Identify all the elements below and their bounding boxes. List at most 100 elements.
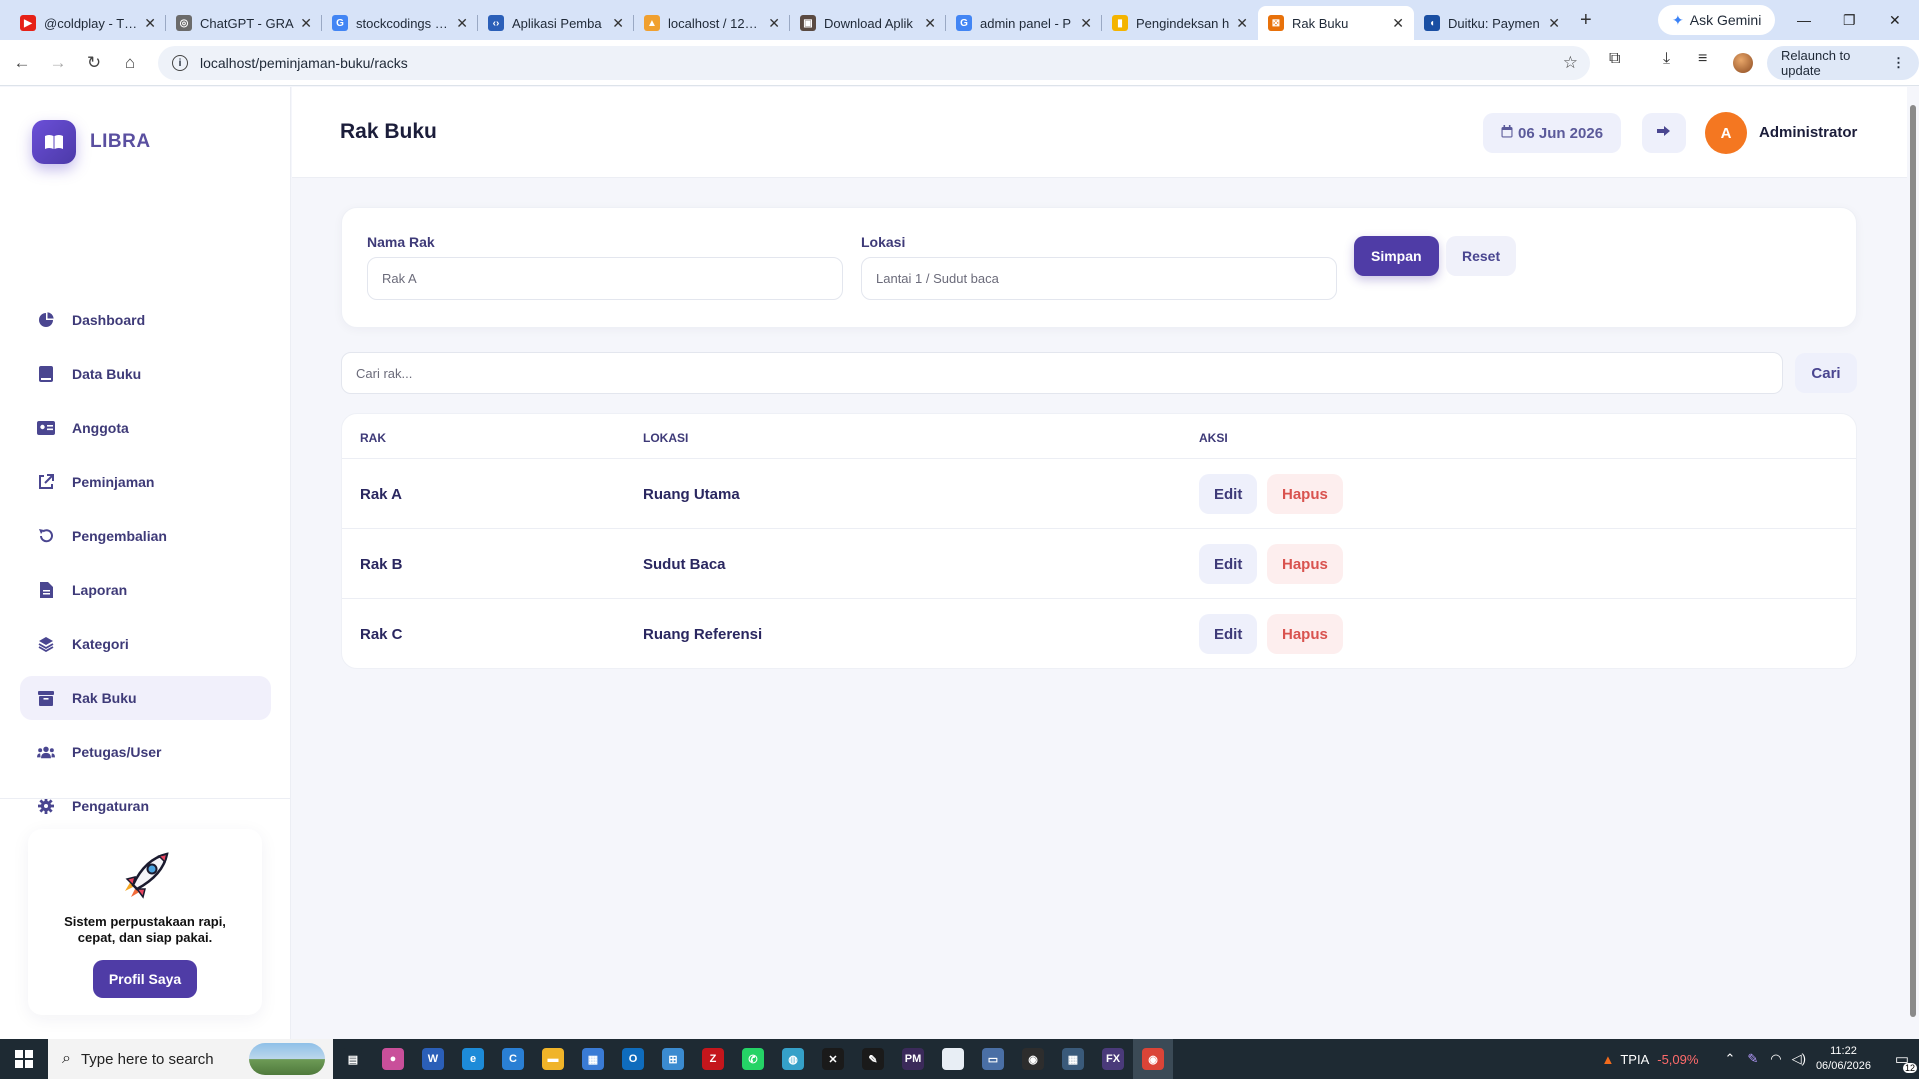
bookmark-star-icon[interactable]: ☆ bbox=[1563, 53, 1578, 73]
restore-button[interactable]: ❐ bbox=[1843, 0, 1856, 40]
clock[interactable]: 11:22 06/06/2026 bbox=[1816, 1044, 1871, 1074]
media-control-icon[interactable]: ≡ bbox=[1698, 50, 1707, 68]
tab-close-icon[interactable]: ✕ bbox=[456, 15, 468, 32]
tab-close-icon[interactable]: ✕ bbox=[1548, 15, 1560, 32]
delete-button[interactable]: Hapus bbox=[1267, 474, 1343, 514]
tray-chevron-icon[interactable]: ⌃ bbox=[1724, 1051, 1735, 1067]
site-info-icon[interactable]: i bbox=[172, 55, 188, 71]
more-menu-icon[interactable]: ⋮ bbox=[1892, 55, 1905, 71]
task-view-icon[interactable]: ▤ bbox=[333, 1039, 373, 1079]
volume-icon[interactable]: ◁) bbox=[1792, 1051, 1806, 1067]
obs-icon[interactable]: ◉ bbox=[1013, 1039, 1053, 1079]
close-window-button[interactable]: ✕ bbox=[1889, 0, 1901, 40]
brand[interactable]: LIBRA bbox=[32, 120, 151, 164]
browser-tab[interactable]: ▮ Pengindeksan h ✕ bbox=[1102, 6, 1258, 40]
paint-icon[interactable]: ● bbox=[373, 1039, 413, 1079]
sidebar-item-dashboard[interactable]: Dashboard bbox=[20, 298, 271, 342]
forward-icon[interactable]: → bbox=[40, 45, 76, 81]
reset-button[interactable]: Reset bbox=[1446, 236, 1517, 276]
browser-tab[interactable]: Gadmin panel - P ✕ bbox=[946, 6, 1102, 40]
tab-close-icon[interactable]: ✕ bbox=[1080, 15, 1092, 32]
sidebar-item-kategori[interactable]: Kategori bbox=[20, 622, 271, 666]
browser-tab[interactable]: ▲ localhost / 127.0 ✕ bbox=[634, 6, 790, 40]
c-app-icon[interactable]: C bbox=[493, 1039, 533, 1079]
notification-icon[interactable]: ▭ 12 bbox=[1885, 1039, 1919, 1079]
scrollbar-thumb[interactable] bbox=[1910, 105, 1916, 1017]
notepad-icon[interactable] bbox=[933, 1039, 973, 1079]
profile-button[interactable]: Profil Saya bbox=[92, 960, 198, 998]
back-icon[interactable]: ← bbox=[4, 45, 40, 81]
sidebar-item-peminjaman[interactable]: Peminjaman bbox=[20, 460, 271, 504]
notepad-glyph bbox=[942, 1048, 964, 1070]
tab-close-icon[interactable]: ✕ bbox=[1236, 15, 1248, 32]
edit-button[interactable]: Edit bbox=[1199, 614, 1258, 654]
file-explorer-icon[interactable]: ▬ bbox=[533, 1039, 573, 1079]
store-app-icon[interactable]: W bbox=[413, 1039, 453, 1079]
browser-tab[interactable]: ▣ Download Aplik ✕ bbox=[790, 6, 946, 40]
pen-icon[interactable]: ✎ bbox=[1747, 1051, 1758, 1067]
search-highlight-image bbox=[249, 1043, 325, 1075]
browser-tab[interactable]: ◎ ChatGPT - GRA ✕ bbox=[166, 6, 322, 40]
taskbar-search[interactable]: ⌕ Type here to search bbox=[48, 1039, 333, 1079]
delete-button[interactable]: Hapus bbox=[1267, 544, 1343, 584]
logout-button[interactable] bbox=[1642, 113, 1686, 153]
ask-gemini-button[interactable]: ✦ Ask Gemini bbox=[1658, 5, 1776, 35]
sidebar-item-data-buku[interactable]: Data Buku bbox=[20, 352, 271, 396]
pm-app-icon[interactable]: PM bbox=[893, 1039, 933, 1079]
globe-app-icon[interactable]: ◍ bbox=[773, 1039, 813, 1079]
edit-button[interactable]: Edit bbox=[1199, 474, 1258, 514]
tab-close-icon[interactable]: ✕ bbox=[924, 15, 936, 32]
sidebar-item-petugas-user[interactable]: Petugas/User bbox=[20, 730, 271, 774]
tab-close-icon[interactable]: ✕ bbox=[300, 15, 312, 32]
page-scrollbar[interactable] bbox=[1907, 87, 1919, 1039]
browser-tab[interactable]: ◖ Duitku: Paymen ✕ bbox=[1414, 6, 1570, 40]
browser-tab[interactable]: ⊠ Rak Buku ✕ bbox=[1258, 6, 1414, 40]
whatsapp-icon[interactable]: ✆ bbox=[733, 1039, 773, 1079]
new-tab-button[interactable]: + bbox=[1580, 9, 1592, 32]
edge-icon[interactable]: e bbox=[453, 1039, 493, 1079]
sidebar-item-pengembalian[interactable]: Pengembalian bbox=[20, 514, 271, 558]
network-app-icon[interactable]: ⊞ bbox=[653, 1039, 693, 1079]
chrome-icon[interactable]: ◉ bbox=[1133, 1039, 1173, 1079]
tab-favicon-icon: ‹› bbox=[488, 15, 504, 31]
tab-close-icon[interactable]: ✕ bbox=[144, 15, 156, 32]
windows-start-icon[interactable] bbox=[0, 1039, 48, 1079]
sidebar-item-pengaturan[interactable]: Pengaturan bbox=[20, 784, 271, 828]
filezilla-icon[interactable]: Z bbox=[693, 1039, 733, 1079]
profile-avatar-icon[interactable] bbox=[1733, 53, 1753, 73]
browser-tab[interactable]: ‹› Aplikasi Pemba ✕ bbox=[478, 6, 634, 40]
search-button[interactable]: Cari bbox=[1795, 353, 1857, 393]
search-input[interactable] bbox=[341, 352, 1783, 394]
xampp-icon[interactable]: ✎ bbox=[853, 1039, 893, 1079]
minimize-button[interactable]: — bbox=[1797, 0, 1811, 40]
relaunch-button[interactable]: Relaunch to update ⋮ bbox=[1767, 46, 1919, 80]
edit-button[interactable]: Edit bbox=[1199, 544, 1258, 584]
paint-glyph: ● bbox=[382, 1048, 404, 1070]
browser-tab[interactable]: ▶ @coldplay - The ✕ bbox=[10, 6, 166, 40]
avatar[interactable]: A bbox=[1705, 112, 1747, 154]
tab-close-icon[interactable]: ✕ bbox=[1392, 15, 1404, 32]
outlook-icon[interactable]: O bbox=[613, 1039, 653, 1079]
home-icon[interactable]: ⌂ bbox=[112, 45, 148, 81]
capcut-icon[interactable]: ✕ bbox=[813, 1039, 853, 1079]
rack-name-input[interactable] bbox=[367, 257, 843, 300]
screen-app-icon[interactable]: ▭ bbox=[973, 1039, 1013, 1079]
tab-close-icon[interactable]: ✕ bbox=[768, 15, 780, 32]
save-button[interactable]: Simpan bbox=[1354, 236, 1439, 276]
address-bar[interactable]: i localhost/peminjaman-buku/racks ☆ bbox=[158, 46, 1590, 80]
table-row: Rak C Ruang Referensi Edit Hapus bbox=[342, 599, 1856, 668]
browser-tab[interactable]: Gstockcodings - F ✕ bbox=[322, 6, 478, 40]
ms-store-icon[interactable]: ▦ bbox=[573, 1039, 613, 1079]
calculator-icon[interactable]: ▦ bbox=[1053, 1039, 1093, 1079]
extensions-icon[interactable]: ⧉ bbox=[1609, 50, 1620, 68]
sidebar-item-rak-buku[interactable]: Rak Buku bbox=[20, 676, 271, 720]
fx-app-icon[interactable]: FX bbox=[1093, 1039, 1133, 1079]
sidebar-item-laporan[interactable]: Laporan bbox=[20, 568, 271, 612]
location-input[interactable] bbox=[861, 257, 1337, 300]
sidebar-item-anggota[interactable]: Anggota bbox=[20, 406, 271, 450]
download-icon[interactable]: ⤓ bbox=[1663, 50, 1670, 68]
wifi-icon[interactable]: ◠ bbox=[1770, 1051, 1781, 1067]
tab-close-icon[interactable]: ✕ bbox=[612, 15, 624, 32]
delete-button[interactable]: Hapus bbox=[1267, 614, 1343, 654]
reload-icon[interactable]: ↻ bbox=[76, 45, 112, 81]
